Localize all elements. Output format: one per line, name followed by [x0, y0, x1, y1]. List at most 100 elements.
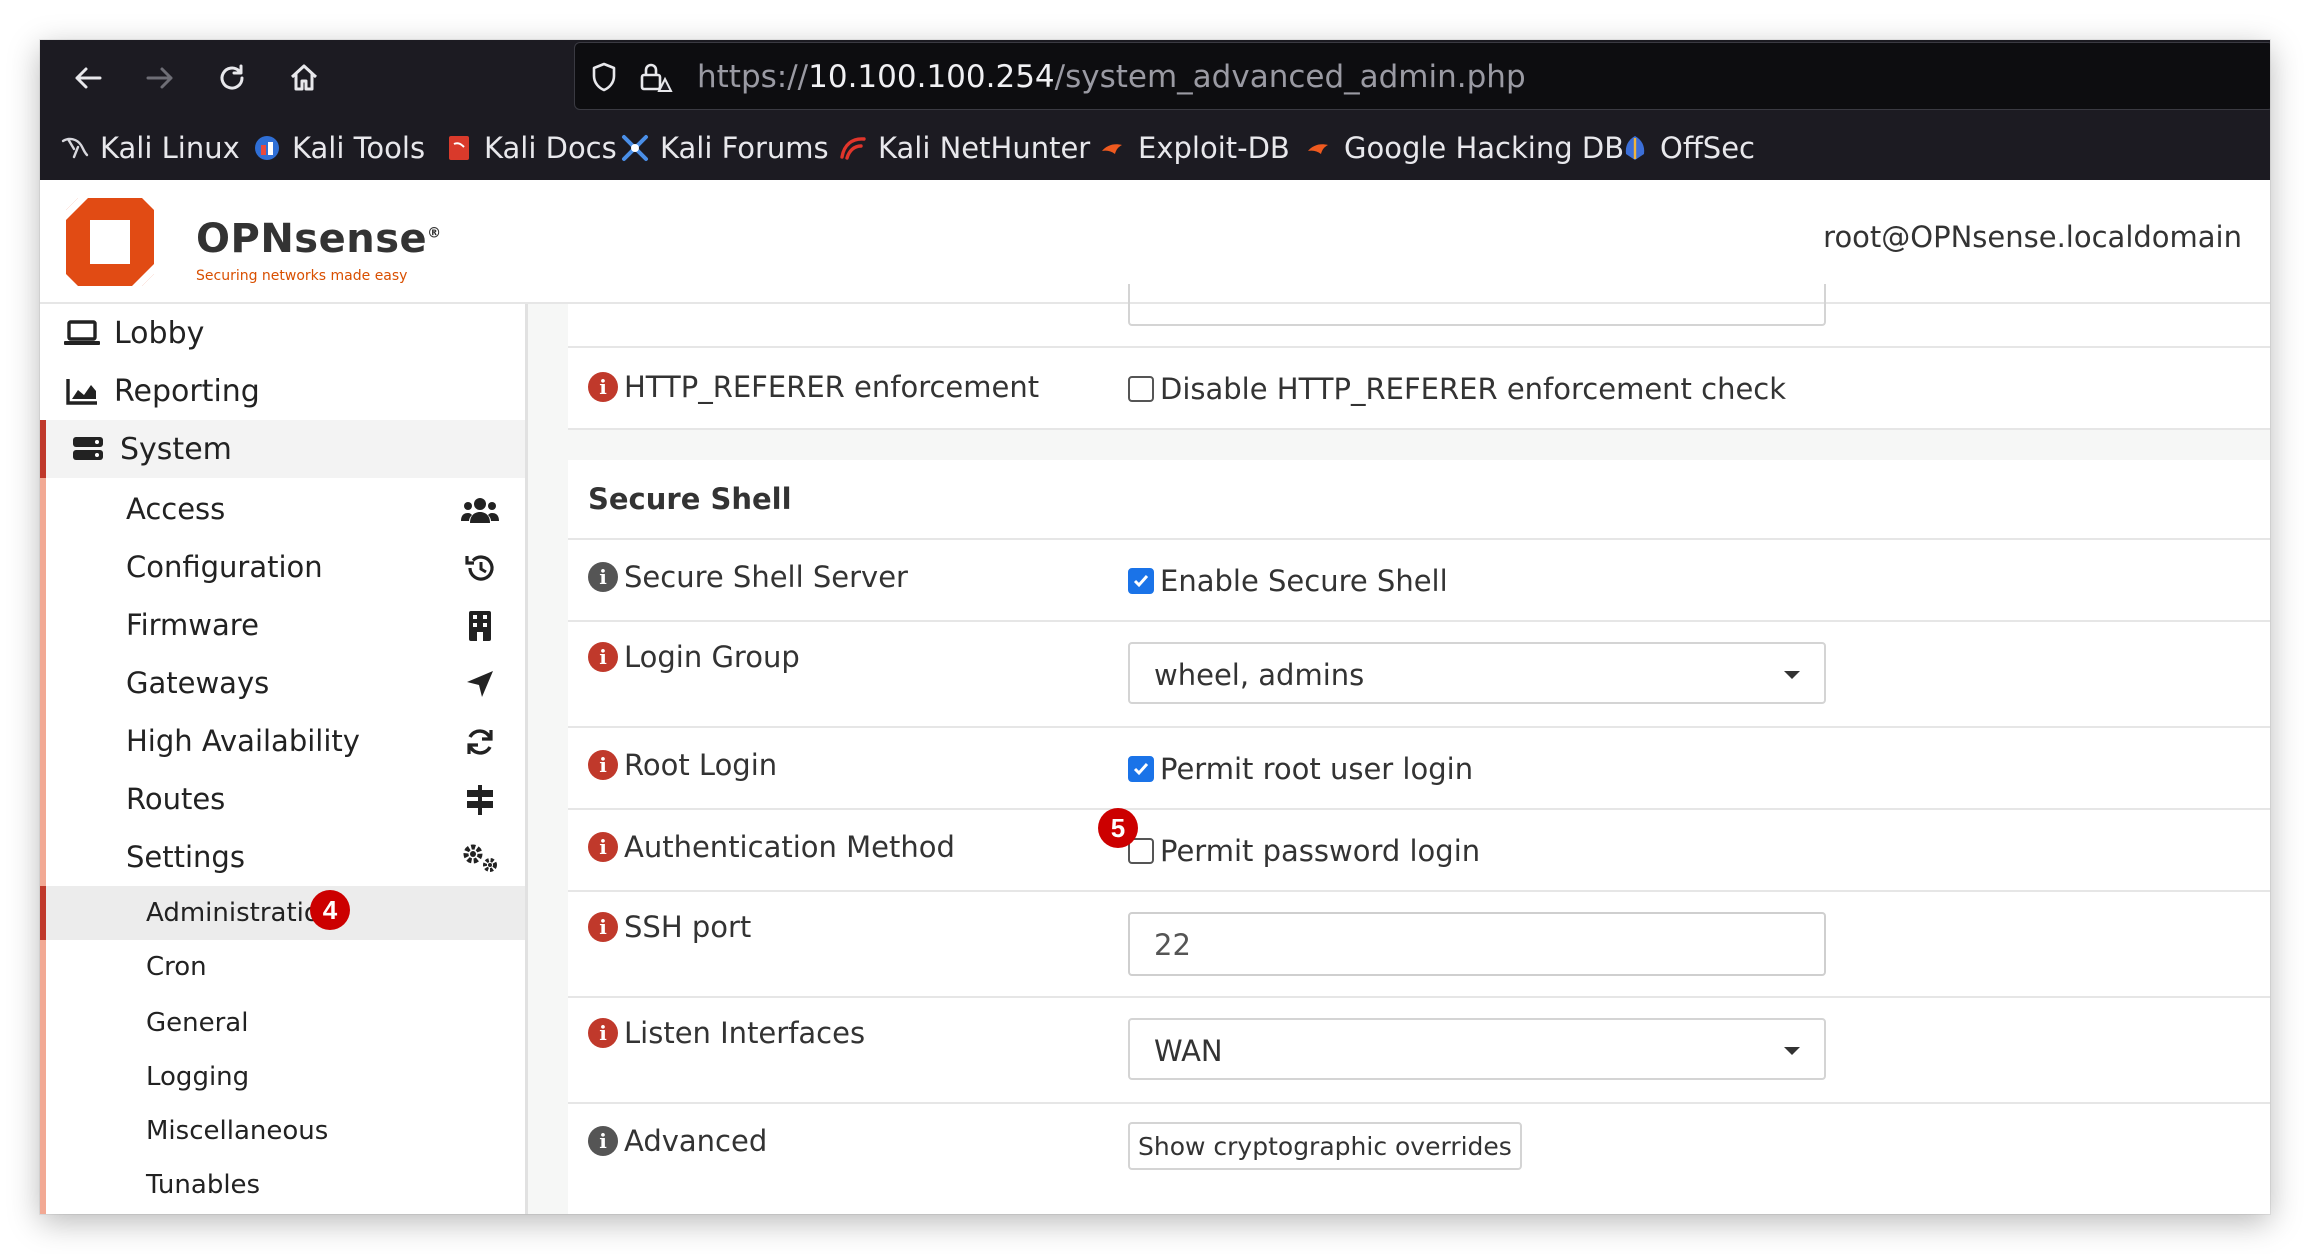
cut-off-select[interactable] — [1128, 284, 1826, 326]
ssh-port-input[interactable]: 22 — [1128, 912, 1826, 976]
user-menu[interactable]: root@OPNsense.localdomain — [1823, 220, 2242, 254]
info-icon[interactable]: i — [588, 642, 618, 672]
field-label: SSH port — [624, 910, 752, 944]
reload-icon — [220, 64, 244, 90]
form-row-auth-method: i Authentication Method Permit password … — [568, 808, 2270, 892]
sidebar-item-cron[interactable]: Cron — [40, 940, 525, 994]
brand-name: OPNsense® — [196, 216, 442, 262]
sidebar-label: High Availability — [126, 724, 360, 758]
checkbox-label[interactable]: Disable HTTP_REFERER enforcement check — [1160, 372, 1786, 406]
server-icon — [68, 429, 108, 469]
bookmarks-toolbar: Kali Linux Kali Tools Kali Docs Kali For… — [40, 116, 2270, 178]
sidebar-item-logging[interactable]: Logging — [40, 1050, 525, 1104]
kali-dragon-icon — [60, 133, 90, 163]
sidebar-item-system[interactable]: System — [40, 420, 525, 478]
browser-window: https://10.100.100.254/system_advanced_a… — [40, 40, 2270, 1214]
form-row-root-login: i Root Login Permit root user login — [568, 728, 2270, 810]
sidebar-item-lobby[interactable]: Lobby — [40, 304, 525, 362]
form-row-ssh-server: i Secure Shell Server Enable Secure Shel… — [568, 540, 2270, 622]
sidebar-item-firmware[interactable]: Firmware — [40, 596, 525, 654]
back-button[interactable] — [64, 54, 112, 102]
section-title-secure-shell: Secure Shell — [588, 482, 792, 516]
info-icon[interactable]: i — [588, 832, 618, 862]
checkbox-label[interactable]: Permit password login — [1160, 834, 1480, 868]
sidebar-item-settings[interactable]: Settings — [40, 828, 525, 886]
sidebar-label: Cron — [146, 952, 207, 982]
location-arrow-icon — [460, 666, 500, 702]
sidebar-label: Gateways — [126, 666, 270, 700]
bookmark-offsec[interactable]: OffSec — [1620, 128, 1755, 168]
opnsense-logo[interactable]: OPNsense® Securing networks made easy — [60, 192, 441, 292]
info-icon[interactable]: i — [588, 912, 618, 942]
sidebar-item-tunables[interactable]: Tunables — [40, 1158, 525, 1212]
arrow-right-icon — [146, 67, 173, 89]
forward-button[interactable] — [136, 54, 184, 102]
bookmark-kali-linux[interactable]: Kali Linux — [60, 128, 240, 168]
url-text[interactable]: https://10.100.100.254/system_advanced_a… — [697, 59, 1526, 95]
sidebar-item-access[interactable]: Access — [40, 480, 525, 538]
info-icon[interactable]: i — [588, 750, 618, 780]
form-row-http-referer: i HTTP_REFERER enforcement Disable HTTP_… — [568, 348, 2270, 430]
sidebar: Lobby Reporting System Access Configurat… — [40, 304, 528, 1214]
sidebar-item-administration[interactable]: Administration — [40, 886, 525, 940]
show-cryptographic-overrides-button[interactable]: Show cryptographic overrides — [1128, 1122, 1522, 1170]
sidebar-item-general[interactable]: General — [40, 996, 525, 1050]
url-bar[interactable]: https://10.100.100.254/system_advanced_a… — [574, 42, 2270, 110]
advanced-label: i Advanced — [588, 1124, 767, 1158]
bookmark-kali-forums[interactable]: Kali Forums — [620, 128, 829, 168]
home-button[interactable] — [280, 54, 328, 102]
shield-icon[interactable] — [589, 61, 619, 93]
ghdb-icon — [1304, 133, 1334, 163]
sidebar-label: Reporting — [114, 373, 260, 409]
info-icon[interactable]: i — [588, 372, 618, 402]
http-referer-control: Disable HTTP_REFERER enforcement check — [1128, 372, 1786, 406]
opnsense-logo-icon — [66, 198, 154, 286]
kali-forums-icon — [620, 133, 650, 163]
disable-referer-checkbox[interactable] — [1128, 376, 1154, 402]
bookmark-google-hacking-db[interactable]: Google Hacking DB — [1304, 128, 1624, 168]
sidebar-item-miscellaneous[interactable]: Miscellaneous — [40, 1104, 525, 1158]
ssh-server-label: i Secure Shell Server — [588, 560, 908, 594]
lock-warning-icon[interactable] — [637, 61, 673, 93]
http-referer-label: i HTTP_REFERER enforcement — [588, 370, 1039, 404]
step-badge-5: 5 — [1098, 808, 1138, 848]
bookmark-label: Kali Linux — [100, 131, 240, 165]
section-header: Secure Shell — [568, 460, 2270, 540]
bookmark-label: Kali NetHunter — [878, 131, 1091, 165]
auth-method-control: Permit password login — [1128, 834, 1480, 868]
reload-button[interactable] — [208, 54, 256, 102]
sidebar-label: Routes — [126, 782, 226, 816]
main-content: i HTTP_REFERER enforcement Disable HTTP_… — [528, 284, 2270, 1214]
browser-chrome: https://10.100.100.254/system_advanced_a… — [40, 40, 2270, 180]
bookmark-kali-tools[interactable]: Kali Tools — [252, 128, 425, 168]
bookmark-label: Kali Tools — [292, 131, 426, 165]
sidebar-item-routes[interactable]: Routes — [40, 770, 525, 828]
sidebar-label: General — [146, 1008, 249, 1038]
form-row-advanced: i Advanced Show cryptographic overrides — [568, 1104, 2270, 1194]
info-icon[interactable]: i — [588, 562, 618, 592]
sidebar-item-reporting[interactable]: Reporting — [40, 362, 525, 420]
sidebar-item-gateways[interactable]: Gateways — [40, 654, 525, 712]
kali-docs-icon — [444, 133, 474, 163]
sidebar-label: Logging — [146, 1062, 250, 1092]
field-label: Secure Shell Server — [624, 560, 908, 594]
bookmark-kali-nethunter[interactable]: Kali NetHunter — [838, 128, 1090, 168]
bookmark-exploit-db[interactable]: Exploit-DB — [1098, 128, 1290, 168]
home-icon — [290, 64, 318, 91]
sidebar-item-high-availability[interactable]: High Availability — [40, 712, 525, 770]
cogs-icon — [460, 840, 500, 876]
form-row-cut-off — [568, 284, 2270, 348]
permit-root-login-checkbox[interactable] — [1128, 756, 1154, 782]
listen-interfaces-select[interactable]: WAN — [1128, 1018, 1826, 1080]
sidebar-item-configuration[interactable]: Configuration — [40, 538, 525, 596]
enable-ssh-checkbox[interactable] — [1128, 568, 1154, 594]
checkbox-label[interactable]: Permit root user login — [1160, 752, 1473, 786]
checkmark-icon — [1133, 575, 1149, 588]
bookmark-label: Kali Docs — [484, 131, 617, 165]
info-icon[interactable]: i — [588, 1018, 618, 1048]
checkbox-label[interactable]: Enable Secure Shell — [1160, 564, 1448, 598]
sidebar-label: Configuration — [126, 550, 323, 584]
bookmark-kali-docs[interactable]: Kali Docs — [444, 128, 617, 168]
login-group-select[interactable]: wheel, admins — [1128, 642, 1826, 704]
info-icon[interactable]: i — [588, 1126, 618, 1156]
